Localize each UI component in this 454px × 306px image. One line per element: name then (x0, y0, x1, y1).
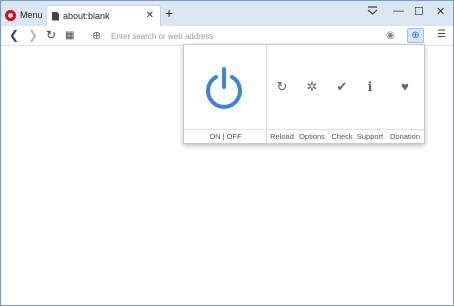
tab-menu-icon[interactable] (367, 5, 378, 19)
reload-action[interactable]: ↻ Reload (267, 45, 297, 145)
forward-button[interactable]: ❯ (28, 28, 38, 42)
info-icon: ℹ (367, 79, 373, 94)
donation-action[interactable]: ♥ Donation (390, 45, 420, 145)
check-action[interactable]: ✔ Check (327, 45, 357, 145)
check-label: Check (331, 132, 353, 141)
address-bar: ❮ ❯ ↻ ▦ ⊕ ◉ ⊕ ☰ (1, 26, 453, 46)
easy-setup-icon[interactable]: ☰ (437, 29, 446, 40)
opera-menu-button[interactable]: Menu (5, 6, 43, 24)
tab-close-icon[interactable]: ✕ (146, 10, 154, 21)
options-action[interactable]: ✲ Options (297, 45, 327, 145)
tab-about-blank[interactable]: about:blank ✕ (46, 5, 161, 26)
minimize-button[interactable]: — (393, 5, 404, 17)
opera-logo-icon (5, 9, 16, 21)
heart-icon: ♥ (401, 79, 409, 94)
options-label: Options (299, 132, 325, 141)
on-off-label: ON | OFF (209, 132, 242, 141)
maximize-button[interactable]: ☐ (414, 5, 424, 18)
camera-icon[interactable]: ◉ (386, 30, 395, 41)
check-icon: ✔ (336, 79, 348, 94)
reload-button[interactable]: ↻ (46, 28, 56, 42)
donation-label: Donation (389, 132, 421, 141)
extension-popup: ON | OFF ↻ Reload ✲ Options ✔ Check ℹ Su… (183, 44, 426, 145)
support-label: Support (356, 132, 384, 141)
page-icon (52, 11, 59, 21)
extension-button[interactable]: ⊕ (407, 28, 424, 43)
tab-title: about:blank (63, 11, 110, 21)
close-window-button[interactable]: ✕ (436, 5, 445, 18)
power-icon[interactable] (204, 65, 244, 109)
title-bar: Menu about:blank ✕ + — ☐ ✕ (1, 1, 453, 26)
speed-dial-icon[interactable]: ▦ (65, 29, 74, 43)
globe-icon: ⊕ (92, 30, 102, 42)
address-input[interactable] (111, 29, 361, 43)
reload-label: Reload (270, 132, 294, 141)
gear-icon: ✲ (306, 79, 318, 94)
back-button[interactable]: ❮ (9, 28, 19, 42)
support-action[interactable]: ℹ Support (355, 45, 385, 145)
power-toggle-area[interactable]: ON | OFF (184, 45, 267, 145)
reload-icon: ↻ (276, 79, 288, 94)
new-tab-button[interactable]: + (165, 6, 173, 20)
menu-label: Menu (20, 10, 43, 20)
